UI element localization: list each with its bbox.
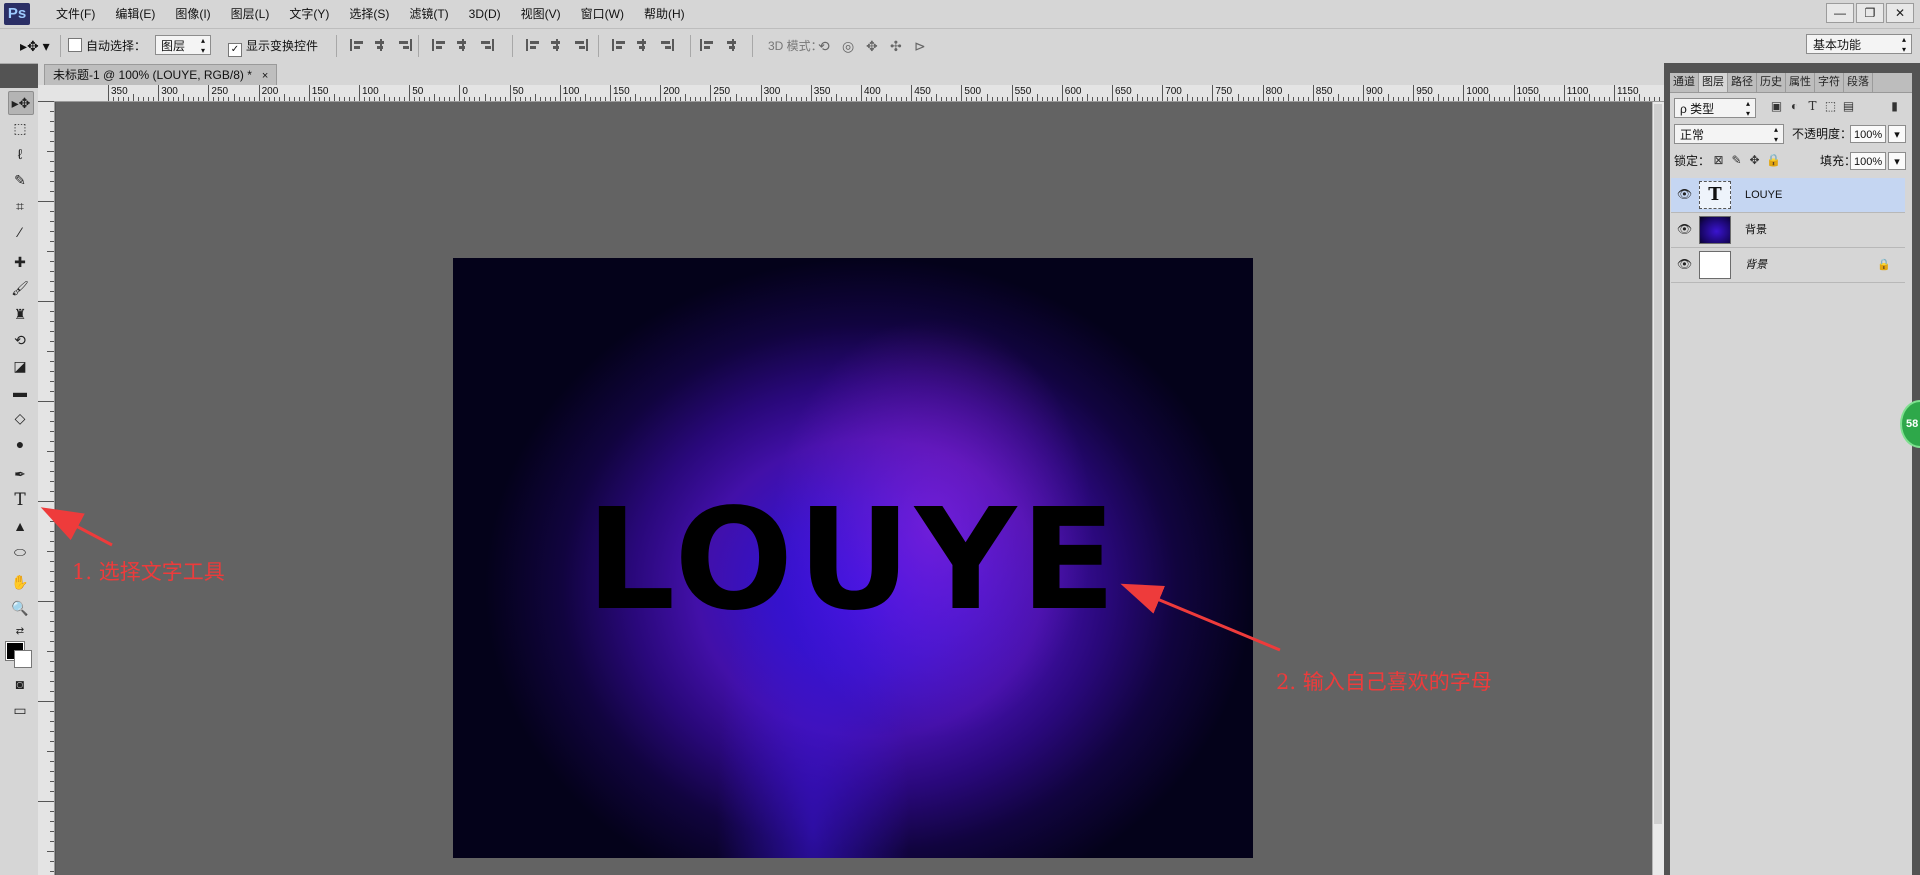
fill-slider-toggle-icon[interactable]: ▾ xyxy=(1888,152,1906,170)
blend-mode-dropdown[interactable]: 正常 xyxy=(1674,124,1784,145)
fill-field[interactable]: 100% xyxy=(1850,152,1886,170)
layer-row-background[interactable]: 👁 背景 🔒 xyxy=(1671,248,1905,283)
annotation-arrow-1 xyxy=(40,507,113,547)
lock-fill-row: 锁定： ⊠ ✎ ✥ 🔒 填充： 100% ▾ xyxy=(1674,150,1908,172)
lock-position-icon[interactable]: ✥ xyxy=(1748,154,1761,167)
text-layer-thumbnail-icon: T xyxy=(1699,181,1731,209)
layer-name: 背景 xyxy=(1745,224,1767,236)
panel-tab-6[interactable]: 段落 xyxy=(1844,73,1873,92)
annotation-step-1: 1. 选择文字工具 xyxy=(72,560,225,584)
layers-filter-row: ρ 类型 ▣ ◐ T ⬚ ▤ ▮ xyxy=(1674,96,1908,120)
adjustment-filter-icon[interactable]: ◐ xyxy=(1788,100,1801,113)
shape-filter-icon[interactable]: ⬚ xyxy=(1824,100,1837,113)
panel-tabs: 通道 图层 路径 历史 属性 字符 段落 xyxy=(1670,73,1912,93)
visibility-eye-icon[interactable]: 👁 xyxy=(1677,223,1692,235)
image-layer-thumbnail xyxy=(1699,216,1731,244)
background-layer-thumbnail xyxy=(1699,251,1731,279)
type-filter-icon[interactable]: T xyxy=(1806,100,1819,113)
visibility-eye-icon[interactable]: 👁 xyxy=(1677,188,1692,200)
filter-toggle-icon[interactable]: ▮ xyxy=(1888,100,1901,113)
smart-object-filter-icon[interactable]: ▤ xyxy=(1842,100,1855,113)
visibility-eye-icon[interactable]: 👁 xyxy=(1677,258,1692,270)
annotation-step-2: 2. 输入自己喜欢的字母 xyxy=(1276,670,1492,694)
layer-lock-icon: 🔒 xyxy=(1877,259,1891,271)
opacity-slider-toggle-icon[interactable]: ▾ xyxy=(1888,125,1906,143)
pixel-filter-icon[interactable]: ▣ xyxy=(1770,100,1783,113)
lock-pixels-icon[interactable]: ✎ xyxy=(1730,154,1743,167)
panel-tab-5[interactable]: 字符 xyxy=(1815,73,1844,92)
annotation-arrow-2 xyxy=(1120,583,1281,652)
lock-all-icon[interactable]: 🔒 xyxy=(1766,154,1781,167)
panel-tab-2[interactable]: 路径 xyxy=(1728,73,1757,92)
panel-tab-4[interactable]: 属性 xyxy=(1786,73,1815,92)
layer-filter-dropdown[interactable]: ρ 类型 xyxy=(1674,98,1756,119)
annotation-arrows xyxy=(40,507,1281,652)
layer-name: 背景 xyxy=(1745,259,1767,271)
panel-tab-1[interactable]: 图层 xyxy=(1699,73,1728,92)
layer-name: LOUYE xyxy=(1745,189,1783,201)
panel-tab-0[interactable]: 通道 xyxy=(1670,73,1699,92)
lock-transparent-icon[interactable]: ⊠ xyxy=(1712,154,1725,167)
opacity-field[interactable]: 100% xyxy=(1850,125,1886,143)
opacity-label: 不透明度： xyxy=(1792,127,1853,141)
layer-list: 👁 T LOUYE 👁 背景 👁 背景 🔒 xyxy=(1671,178,1911,288)
layer-row-image[interactable]: 👁 背景 xyxy=(1671,213,1905,248)
lock-label: 锁定： xyxy=(1674,154,1711,168)
layer-row-text[interactable]: 👁 T LOUYE xyxy=(1671,178,1905,213)
blend-opacity-row: 正常 不透明度： 100% ▾ xyxy=(1674,123,1908,145)
panel-tab-3[interactable]: 历史 xyxy=(1757,73,1786,92)
